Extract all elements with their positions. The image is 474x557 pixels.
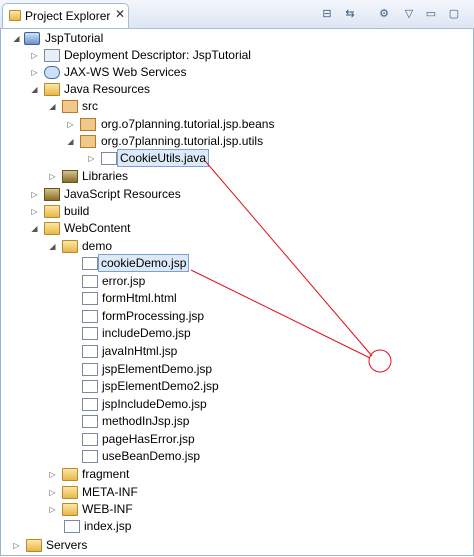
annotation-line [205,161,373,357]
annotation-line [190,269,371,359]
annotation-circle [368,349,392,373]
annotation-overlay [190,161,392,373]
